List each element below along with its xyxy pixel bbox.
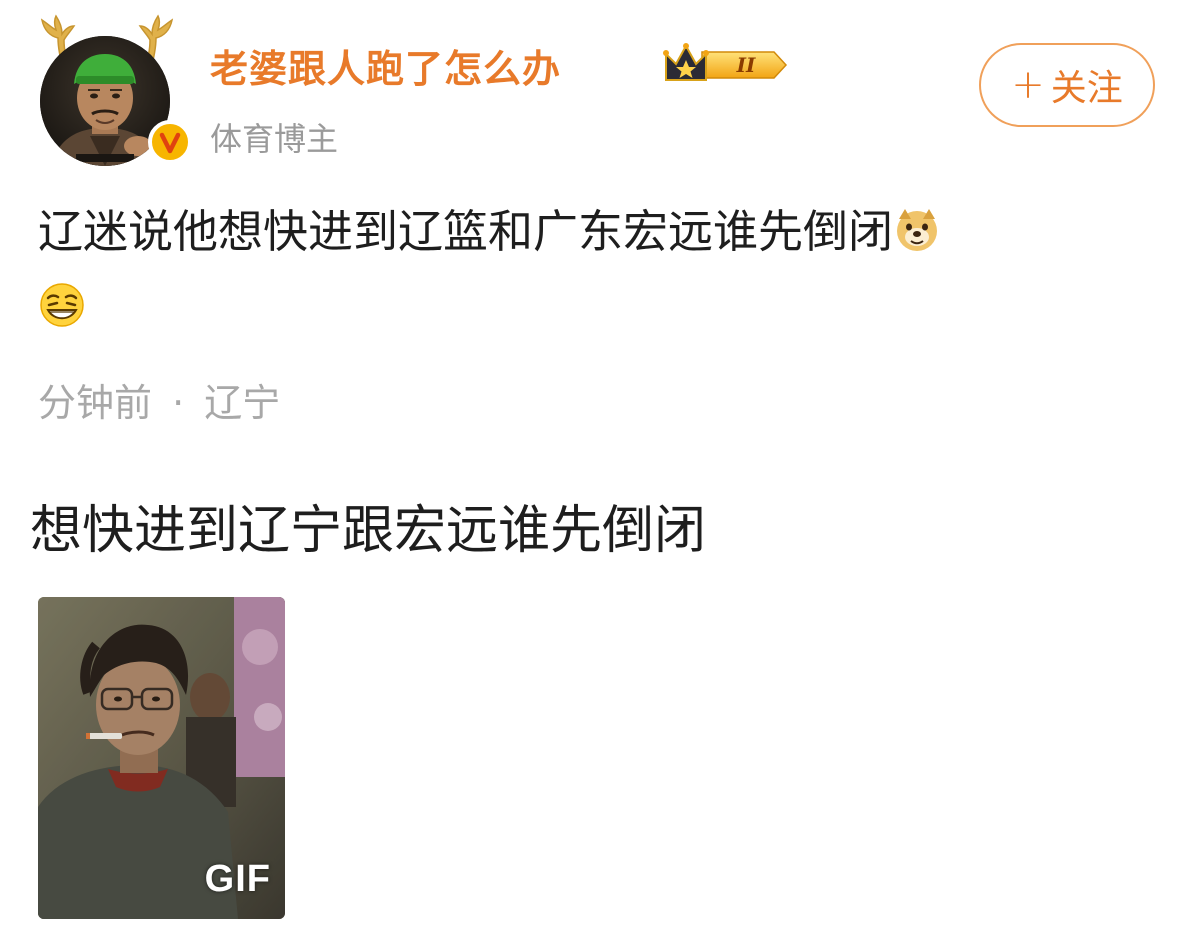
plus-icon: + [1011, 62, 1045, 108]
vip-level-text: II [736, 53, 756, 77]
post-time: 分钟前 [38, 381, 153, 425]
user-role: 体育博主 [210, 120, 339, 158]
username[interactable]: 老婆跟人跑了怎么办 [210, 38, 561, 93]
gif-label: GIF [204, 858, 271, 900]
post-location[interactable]: 辽宁 [204, 381, 280, 425]
meta-separator: · [172, 381, 185, 425]
verified-badge-icon [148, 120, 192, 164]
follow-button[interactable]: + 关注 [979, 43, 1155, 127]
follow-label: 关注 [1050, 68, 1123, 109]
gif-thumbnail[interactable]: GIF [38, 597, 285, 919]
reply-text: 想快进到辽宁跟宏远谁先倒闭 [30, 501, 707, 561]
post-body: 辽迷说他想快进到辽篮和广东宏远谁先倒闭 [38, 194, 1158, 346]
post-text: 辽迷说他想快进到辽篮和广东宏远谁先倒闭 [38, 205, 894, 258]
post-meta: 分钟前 · 辽宁 [38, 372, 438, 427]
vip-crown-badge-icon[interactable]: II [662, 42, 792, 88]
smirk-grin-emoji-icon [40, 283, 84, 327]
avatar-group[interactable] [38, 14, 192, 166]
doge-emoji-icon [897, 209, 938, 251]
